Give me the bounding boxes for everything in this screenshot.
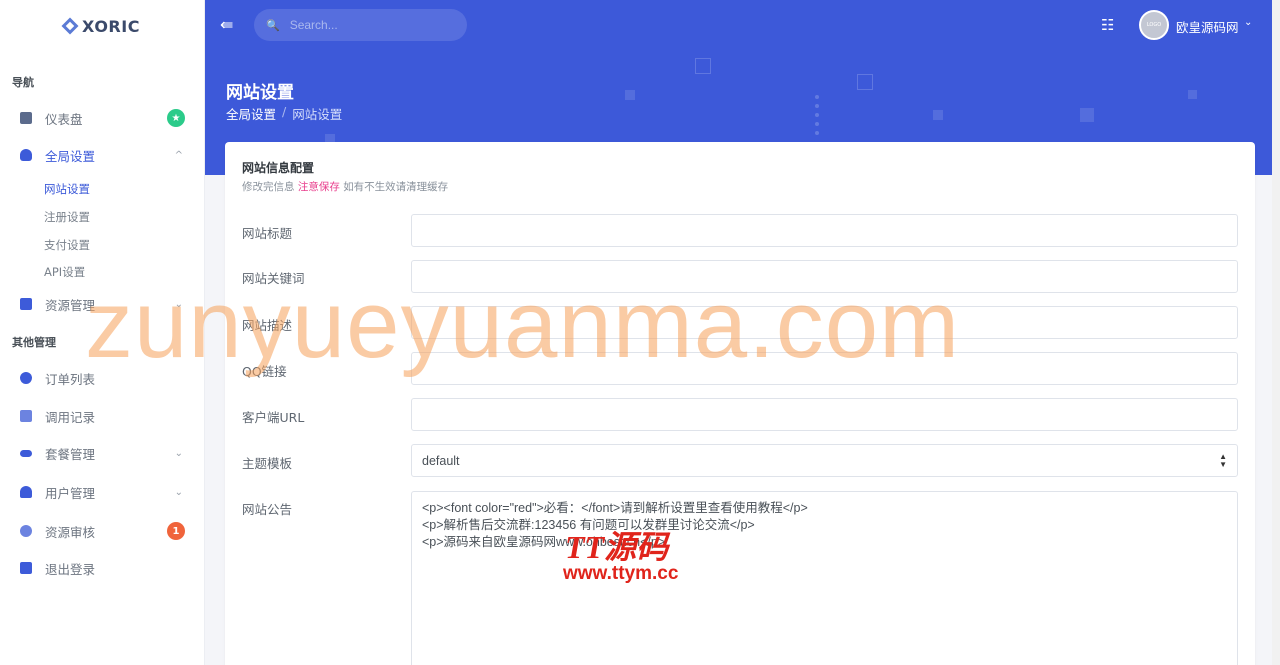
layers-icon — [20, 149, 32, 161]
chevron-down-icon: ⌄ — [174, 298, 183, 310]
sidebar-item-packages[interactable]: 套餐管理 ⌄ — [0, 441, 205, 465]
sidebar-item-resource-management[interactable]: 资源管理 ⌄ — [0, 292, 205, 316]
site-title-label: 网站标题 — [242, 226, 293, 241]
notice-line: <p>源码来自欧皇源码网www.ohbest.cn</p> — [422, 535, 666, 549]
decor-square — [1188, 90, 1197, 99]
decor-dot — [815, 131, 819, 135]
sidebar-item-call-records[interactable]: 调用记录 — [0, 404, 205, 428]
sidebar-item-label: 套餐管理 — [45, 446, 96, 462]
review-icon — [20, 525, 32, 537]
decor-dot — [815, 95, 819, 99]
decor-dot — [815, 113, 819, 117]
sidebar-item-label: 仪表盘 — [45, 111, 83, 127]
site-keywords-input[interactable] — [411, 260, 1238, 293]
count-badge: 1 — [167, 522, 185, 540]
search-bar[interactable]: 🔍 — [254, 9, 467, 41]
scrollbar[interactable] — [1272, 0, 1280, 665]
theme-template-label: 主题模板 — [242, 456, 293, 471]
circle-icon — [20, 372, 32, 384]
user-name[interactable]: 欧皇源码网 — [1176, 17, 1239, 36]
subtitle-prefix: 修改完信息 — [242, 181, 295, 193]
sidebar-subitem-api-settings[interactable]: API设置 — [44, 264, 85, 280]
breadcrumb-current: 网站设置 — [292, 107, 343, 122]
qq-link-input[interactable] — [411, 352, 1238, 385]
settings-card: 网站信息配置 修改完信息 注意保存 如有不生效请清理缓存 网站标题 网站关键词 … — [225, 142, 1255, 665]
card-title: 网站信息配置 — [242, 161, 315, 175]
star-badge: ★ — [167, 109, 185, 127]
sidebar: XORIC 导航 仪表盘 ★ 全局设置 ^ 网站设置 注册设置 支付设置 API… — [0, 0, 205, 665]
sidebar-item-label: 资源审核 — [45, 524, 96, 540]
site-keywords-label: 网站关键词 — [242, 271, 305, 286]
brand-name: XORIC — [82, 16, 140, 36]
decor-square — [933, 110, 943, 120]
subtitle-suffix: 如有不生效请清理缓存 — [343, 181, 449, 193]
select-arrows-icon: ▲ ▼ — [1219, 451, 1227, 469]
site-title-input[interactable] — [411, 214, 1238, 247]
decor-square — [857, 74, 873, 90]
chevron-up-icon: ^ — [174, 149, 183, 161]
sidebar-subitem-payment-settings[interactable]: 支付设置 — [44, 237, 90, 253]
subtitle-highlight: 注意保存 — [297, 181, 340, 193]
search-input[interactable] — [289, 18, 450, 32]
avatar[interactable]: LOGO — [1139, 10, 1169, 40]
menu-toggle-icon[interactable]: ⇚ — [220, 16, 238, 34]
sidebar-item-label: 资源管理 — [45, 297, 96, 313]
site-notice-label: 网站公告 — [242, 502, 293, 517]
sidebar-subitem-site-settings[interactable]: 网站设置 — [44, 181, 90, 197]
decor-dot — [815, 122, 819, 126]
logo-icon — [61, 17, 79, 35]
breadcrumb-separator: / — [282, 104, 287, 119]
sidebar-item-label: 调用记录 — [45, 409, 96, 425]
decor-square — [625, 90, 635, 100]
decor-dot — [815, 104, 819, 108]
sidebar-subitem-register-settings[interactable]: 注册设置 — [44, 209, 90, 225]
sidebar-item-label: 全局设置 — [45, 148, 96, 164]
user-icon — [20, 486, 32, 498]
sidebar-item-users[interactable]: 用户管理 ⌄ — [0, 480, 205, 504]
chart-icon — [20, 410, 32, 422]
monitor-icon — [20, 112, 32, 124]
site-description-input[interactable] — [411, 306, 1238, 339]
sidebar-item-dashboard[interactable]: 仪表盘 ★ — [0, 106, 205, 130]
site-description-label: 网站描述 — [242, 318, 293, 333]
chevron-down-icon: ⌄ — [174, 486, 183, 498]
pill-icon — [20, 449, 32, 457]
theme-template-value: default — [422, 453, 460, 468]
theme-template-select[interactable]: default ▲ ▼ — [411, 444, 1238, 477]
client-url-input[interactable] — [411, 398, 1238, 431]
client-url-label: 客户端URL — [242, 410, 305, 425]
breadcrumb-link[interactable]: 全局设置 — [226, 104, 276, 123]
qq-link-label: QQ链接 — [242, 364, 287, 379]
grid-icon — [20, 298, 32, 310]
decor-square — [1080, 108, 1094, 122]
sidebar-item-label: 退出登录 — [45, 561, 96, 577]
section-title-other: 其他管理 — [12, 336, 56, 349]
chevron-down-icon: ⌄ — [174, 447, 183, 459]
chevron-down-icon[interactable]: ⌄ — [1244, 17, 1252, 28]
logout-icon — [20, 562, 32, 574]
notice-line: <p><font color="red">必看：</font>请到解析设置里查看… — [422, 501, 808, 515]
breadcrumb: 全局设置 / 网站设置 — [226, 104, 342, 123]
notice-line: <p>解析售后交流群:123456 有问题可以发群里讨论交流</p> — [422, 518, 755, 532]
sidebar-item-orders[interactable]: 订单列表 — [0, 366, 205, 390]
sidebar-item-logout[interactable]: 退出登录 — [0, 556, 205, 580]
sidebar-item-label: 订单列表 — [45, 371, 96, 387]
site-notice-textarea[interactable]: <p><font color="red">必看：</font>请到解析设置里查看… — [411, 491, 1238, 665]
sidebar-item-global-settings[interactable]: 全局设置 ^ — [0, 143, 205, 167]
section-title-nav: 导航 — [12, 76, 34, 89]
page-title: 网站设置 — [226, 83, 294, 103]
sliders-icon[interactable]: ☷ — [1101, 16, 1114, 34]
decor-square — [695, 58, 711, 74]
brand-logo[interactable]: XORIC — [0, 0, 204, 52]
card-subtitle: 修改完信息 注意保存 如有不生效请清理缓存 — [242, 179, 448, 194]
sidebar-item-resource-review[interactable]: 资源审核 1 — [0, 519, 205, 543]
search-icon: 🔍 — [266, 18, 280, 32]
sidebar-item-label: 用户管理 — [45, 485, 96, 501]
